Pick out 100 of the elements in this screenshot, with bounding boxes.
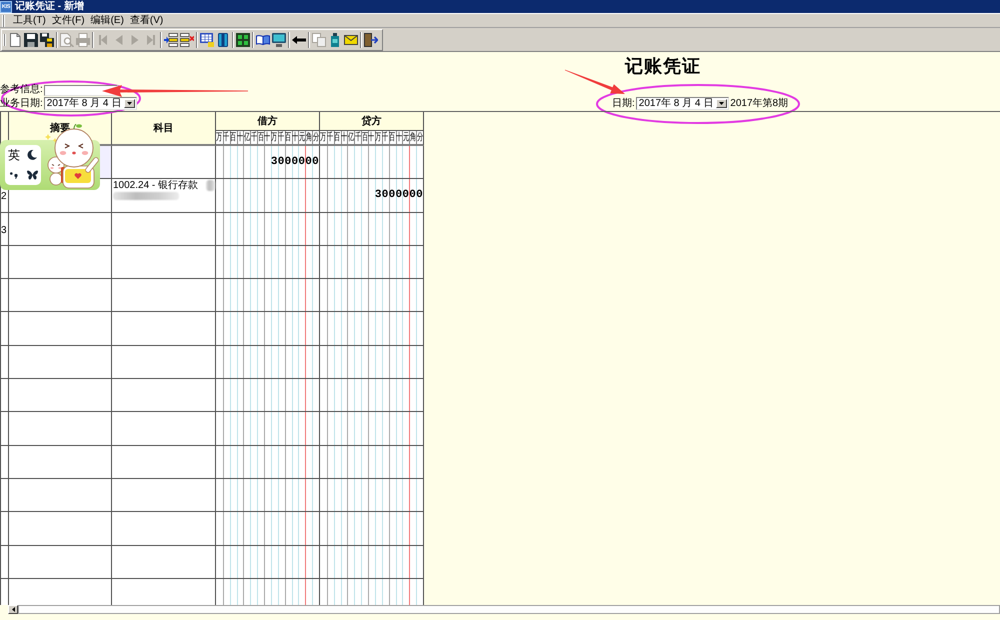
dropdown-button[interactable] <box>716 99 728 108</box>
amount-cell[interactable] <box>320 546 424 579</box>
column-header: 借方 <box>216 112 320 131</box>
amount-cell[interactable]: 3000000 <box>216 146 320 180</box>
amount-cell[interactable] <box>216 346 320 380</box>
blank-page-icon[interactable] <box>8 32 22 46</box>
amount-cell[interactable] <box>320 246 424 280</box>
amount-cell[interactable] <box>216 446 320 479</box>
exit-door-icon[interactable] <box>364 32 378 46</box>
account-cell[interactable] <box>112 246 216 280</box>
amount-cell[interactable] <box>216 412 320 446</box>
summary-cell[interactable] <box>9 279 112 312</box>
amount-cell[interactable] <box>216 279 320 312</box>
account-cell[interactable] <box>112 312 216 346</box>
date-dropdown[interactable]: 2017年 8 月 4 日 <box>44 97 138 110</box>
summary-cell[interactable] <box>9 446 112 479</box>
account-cell[interactable] <box>112 346 216 380</box>
amount-cell[interactable] <box>320 412 424 446</box>
unit-label: 百 <box>389 132 396 144</box>
amount-cell[interactable] <box>320 146 424 180</box>
account-cell[interactable] <box>112 279 216 312</box>
unit-label: 百 <box>334 132 340 144</box>
amount-cell[interactable] <box>216 512 320 546</box>
account-cell[interactable] <box>112 478 216 512</box>
binder-icon[interactable] <box>218 32 228 46</box>
summary-cell[interactable] <box>9 246 112 280</box>
amount-cell[interactable] <box>216 246 320 280</box>
amount-cell[interactable] <box>216 312 320 346</box>
summary-cell[interactable] <box>9 512 112 546</box>
caret-icon <box>719 102 724 105</box>
summary-cell[interactable] <box>9 346 112 380</box>
left-arrow-icon[interactable] <box>292 36 306 44</box>
moon-icon[interactable] <box>27 150 37 160</box>
account-cell[interactable] <box>112 379 216 412</box>
unit-label: 角 <box>306 132 312 144</box>
menu-item[interactable]: 文件(F) <box>50 14 87 27</box>
unit-label: 分 <box>312 132 319 144</box>
dropdown-button[interactable] <box>124 99 136 108</box>
amount-cell[interactable] <box>320 279 424 312</box>
monitor-icon[interactable] <box>272 32 286 46</box>
unit-label: 千 <box>250 132 257 144</box>
account-cell[interactable] <box>112 146 216 180</box>
grip-icon[interactable] <box>2 14 5 26</box>
amount-cell[interactable] <box>216 179 320 213</box>
account-cell[interactable] <box>112 412 216 446</box>
spreadsheet-icon[interactable] <box>200 32 214 46</box>
field-label: 日期: <box>612 98 635 110</box>
amount-value: 3000000 <box>374 189 423 202</box>
open-book-icon[interactable] <box>256 34 270 44</box>
account-cell[interactable] <box>112 212 216 246</box>
date-dropdown[interactable]: 2017年 8 月 4 日 <box>636 97 730 110</box>
list-delete-icon[interactable] <box>180 32 194 46</box>
account-text: 1002.24 - 银行存款 <box>113 180 198 192</box>
blur-patch <box>113 192 179 200</box>
unit-label: 元 <box>402 132 409 144</box>
column-header: 贷方 <box>320 112 424 131</box>
unit-label: 元 <box>298 132 305 144</box>
unit-label: 万 <box>375 132 382 144</box>
amount-value: 3000000 <box>270 156 319 168</box>
amount-cell[interactable] <box>320 446 424 479</box>
ime-mode-toggle[interactable]: 英 <box>8 148 20 162</box>
menu-item[interactable]: 工具(T) <box>11 14 48 27</box>
amount-cell[interactable] <box>320 512 424 546</box>
amount-cell[interactable] <box>216 478 320 512</box>
amount-cell[interactable] <box>320 312 424 346</box>
amount-cell[interactable] <box>320 379 424 412</box>
unit-label: 千 <box>327 132 334 144</box>
account-cell[interactable] <box>112 446 216 479</box>
punctuation-icon[interactable] <box>10 171 18 179</box>
grid-icon[interactable] <box>236 32 250 46</box>
period-label: 2017年第8期 <box>730 98 788 110</box>
bottle-icon[interactable] <box>330 32 340 46</box>
grip-icon[interactable] <box>3 32 6 48</box>
account-cell[interactable]: 1002.24 - 银行存款 <box>112 179 216 213</box>
summary-cell[interactable] <box>9 312 112 346</box>
summary-cell[interactable] <box>9 212 112 246</box>
summary-cell[interactable] <box>9 546 112 579</box>
amount-cell[interactable] <box>320 478 424 512</box>
amount-cell[interactable] <box>216 379 320 412</box>
amount-cell[interactable]: 3000000 <box>320 179 424 213</box>
unit-label: 万 <box>271 132 278 144</box>
butterfly-icon[interactable] <box>26 170 38 180</box>
reference-input[interactable] <box>44 84 118 96</box>
account-cell[interactable] <box>112 546 216 579</box>
amount-cell[interactable] <box>216 546 320 579</box>
menu-item[interactable]: 编辑(E) <box>88 14 126 27</box>
envelope-icon[interactable] <box>344 34 358 44</box>
menu-item[interactable]: 查看(V) <box>128 14 166 27</box>
account-cell[interactable] <box>112 512 216 546</box>
list-insert-icon[interactable] <box>164 32 178 46</box>
two-floppy-disks-icon[interactable] <box>40 32 54 46</box>
amount-cell[interactable] <box>320 212 424 246</box>
unit-label: 百 <box>230 132 236 144</box>
caret-icon <box>127 102 132 105</box>
summary-cell[interactable] <box>9 478 112 512</box>
summary-cell[interactable] <box>9 379 112 412</box>
summary-cell[interactable] <box>9 412 112 446</box>
unit-label: 十 <box>292 132 298 144</box>
amount-cell[interactable] <box>320 346 424 380</box>
amount-cell[interactable] <box>216 212 320 246</box>
